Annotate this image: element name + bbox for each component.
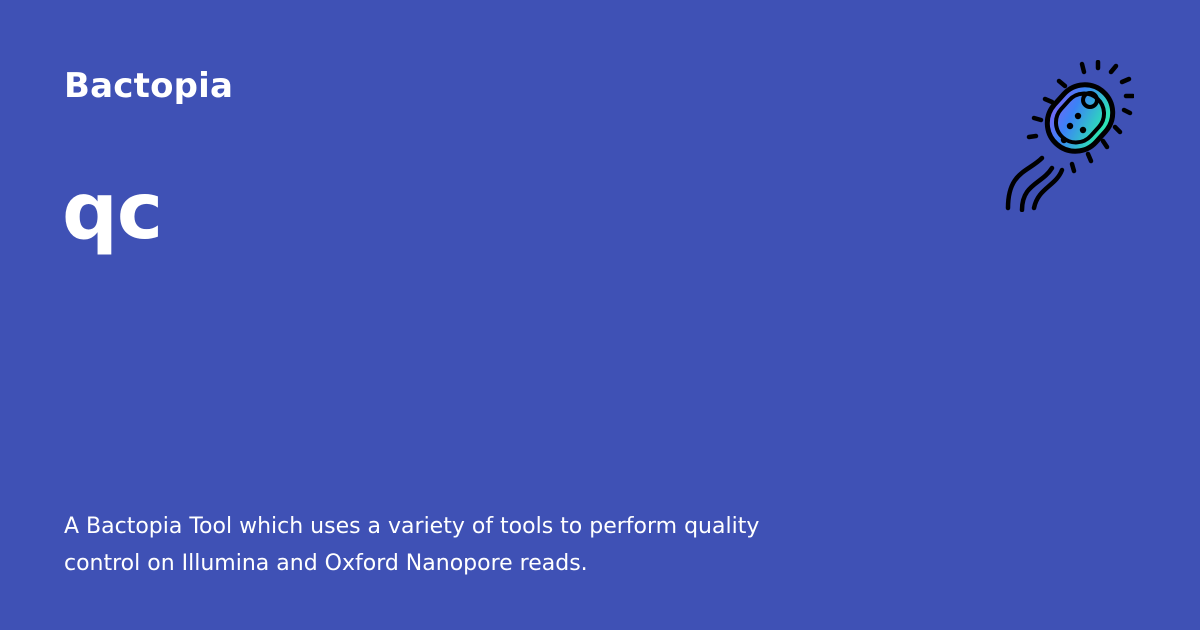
- logo: [998, 59, 1136, 213]
- site-name: Bactopia: [64, 66, 234, 106]
- page-description: A Bactopia Tool which uses a variety of …: [64, 514, 760, 576]
- bacterium-icon: [1005, 59, 1136, 213]
- page-title: qc: [62, 167, 163, 257]
